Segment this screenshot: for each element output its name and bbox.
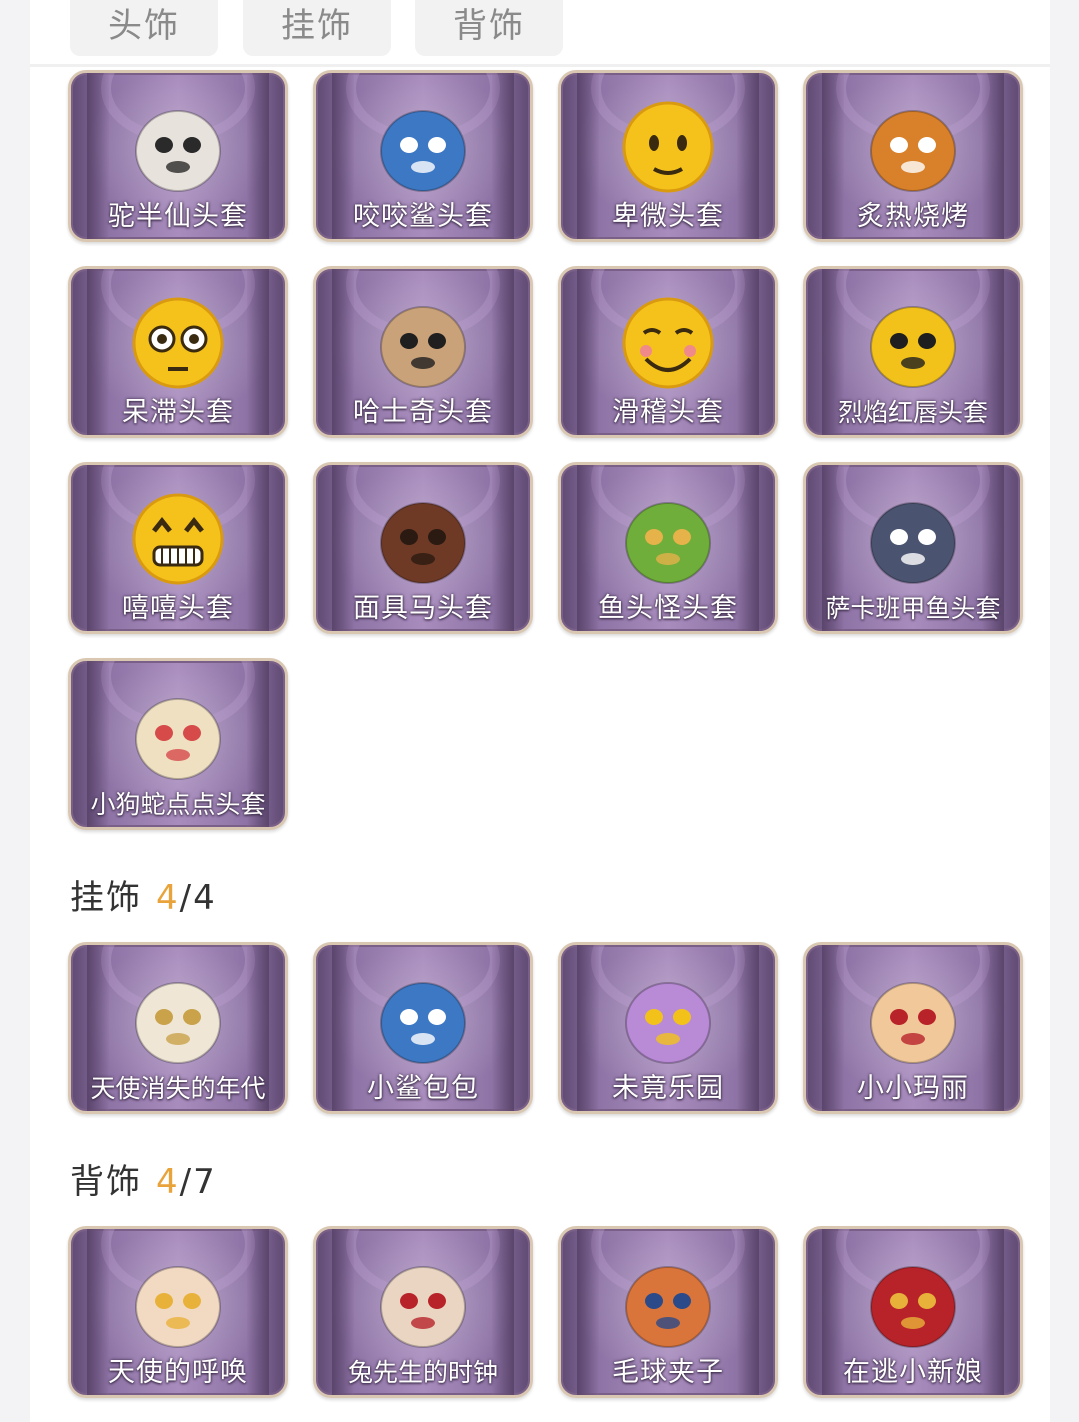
item-label: 烈焰红唇头套 <box>837 398 988 427</box>
cupid-doll-icon <box>135 1266 221 1348</box>
clown-doll-icon <box>625 982 711 1064</box>
item-card[interactable]: 兔先生的时钟 <box>313 1226 533 1398</box>
back-owned-count: 4 <box>156 1162 180 1202</box>
item-card[interactable]: 小小玛丽 <box>803 942 1023 1114</box>
horse-mask-icon <box>380 502 466 584</box>
item-card[interactable]: 咬咬鲨头套 <box>313 70 533 242</box>
item-card[interactable]: 天使的呼唤 <box>68 1226 288 1398</box>
pendant-owned-count: 4 <box>156 878 180 918</box>
item-card[interactable]: 天使消失的年代 <box>68 942 288 1114</box>
item-label: 鱼头怪头套 <box>598 593 738 624</box>
rabbit-clock-icon <box>380 1266 466 1348</box>
funny-face-mask-icon <box>622 297 714 389</box>
item-label: 毛球夹子 <box>612 1357 724 1388</box>
pikachu-mask-icon <box>870 306 956 388</box>
item-label: 兔先生的时钟 <box>347 1358 498 1387</box>
mary-doll-icon <box>870 982 956 1064</box>
item-label: 哈士奇头套 <box>353 397 493 428</box>
item-card[interactable]: 面具马头套 <box>313 462 533 634</box>
item-label: 在逃小新娘 <box>843 1357 983 1388</box>
grin-face-mask-icon <box>132 493 224 585</box>
item-label: 驼半仙头套 <box>108 201 248 232</box>
item-label: 小小玛丽 <box>857 1073 969 1104</box>
item-card[interactable]: 嘻嘻头套 <box>68 462 288 634</box>
item-label: 面具马头套 <box>353 593 493 624</box>
pendant-total-count: /4 <box>179 878 217 918</box>
back-title: 背饰 <box>70 1162 142 1202</box>
item-label: 小鲨包包 <box>367 1073 479 1104</box>
item-card[interactable]: 炙热烧烤 <box>803 70 1023 242</box>
item-label: 呆滞头套 <box>122 397 234 428</box>
item-label: 未竟乐园 <box>612 1073 724 1104</box>
item-card[interactable]: 呆滞头套 <box>68 266 288 438</box>
item-label: 天使的呼唤 <box>108 1357 248 1388</box>
item-card[interactable]: 未竟乐园 <box>558 942 778 1114</box>
tab-back[interactable]: 背饰 <box>415 0 563 56</box>
raccoon-mask-icon <box>135 110 221 192</box>
red-dress-icon <box>870 1266 956 1348</box>
sacabambaspis-mask-icon <box>870 502 956 584</box>
back-section-title: 背饰 4/7 <box>70 1154 217 1203</box>
item-label: 小狗蛇点点头套 <box>90 790 266 819</box>
tab-headgear[interactable]: 头饰 <box>70 0 218 56</box>
tab-pendant[interactable]: 挂饰 <box>243 0 391 56</box>
item-card[interactable]: 小鲨包包 <box>313 942 533 1114</box>
humble-face-mask-icon <box>622 101 714 193</box>
item-card[interactable]: 鱼头怪头套 <box>558 462 778 634</box>
item-card[interactable]: 烈焰红唇头套 <box>803 266 1023 438</box>
category-tabs: 头饰 挂饰 背饰 <box>30 0 1050 67</box>
item-label: 炙热烧烤 <box>857 201 969 232</box>
item-card[interactable]: 毛球夹子 <box>558 1226 778 1398</box>
item-label: 萨卡班甲鱼头套 <box>825 594 1001 623</box>
item-card[interactable]: 在逃小新娘 <box>803 1226 1023 1398</box>
fish-head-mask-icon <box>625 502 711 584</box>
angel-doll-icon <box>135 982 221 1064</box>
raccoon-clip-icon <box>625 1266 711 1348</box>
shark-mask-icon <box>380 110 466 192</box>
item-card[interactable]: 滑稽头套 <box>558 266 778 438</box>
pendant-section-title: 挂饰 4/4 <box>70 870 217 919</box>
item-label: 卑微头套 <box>612 201 724 232</box>
item-card[interactable]: 卑微头套 <box>558 70 778 242</box>
item-label: 滑稽头套 <box>612 397 724 428</box>
shark-bag-icon <box>380 982 466 1064</box>
item-card[interactable]: 小狗蛇点点头套 <box>68 658 288 830</box>
item-label: 天使消失的年代 <box>90 1074 266 1103</box>
back-total-count: /7 <box>179 1162 217 1202</box>
item-label: 咬咬鲨头套 <box>353 201 493 232</box>
item-label: 嘻嘻头套 <box>122 593 234 624</box>
dazed-face-mask-icon <box>132 297 224 389</box>
husky-mask-icon <box>380 306 466 388</box>
item-card[interactable]: 萨卡班甲鱼头套 <box>803 462 1023 634</box>
item-card[interactable]: 驼半仙头套 <box>68 70 288 242</box>
snake-mask-icon <box>135 698 221 780</box>
item-card[interactable]: 哈士奇头套 <box>313 266 533 438</box>
bbq-mask-icon <box>870 110 956 192</box>
pendant-title: 挂饰 <box>70 878 142 918</box>
